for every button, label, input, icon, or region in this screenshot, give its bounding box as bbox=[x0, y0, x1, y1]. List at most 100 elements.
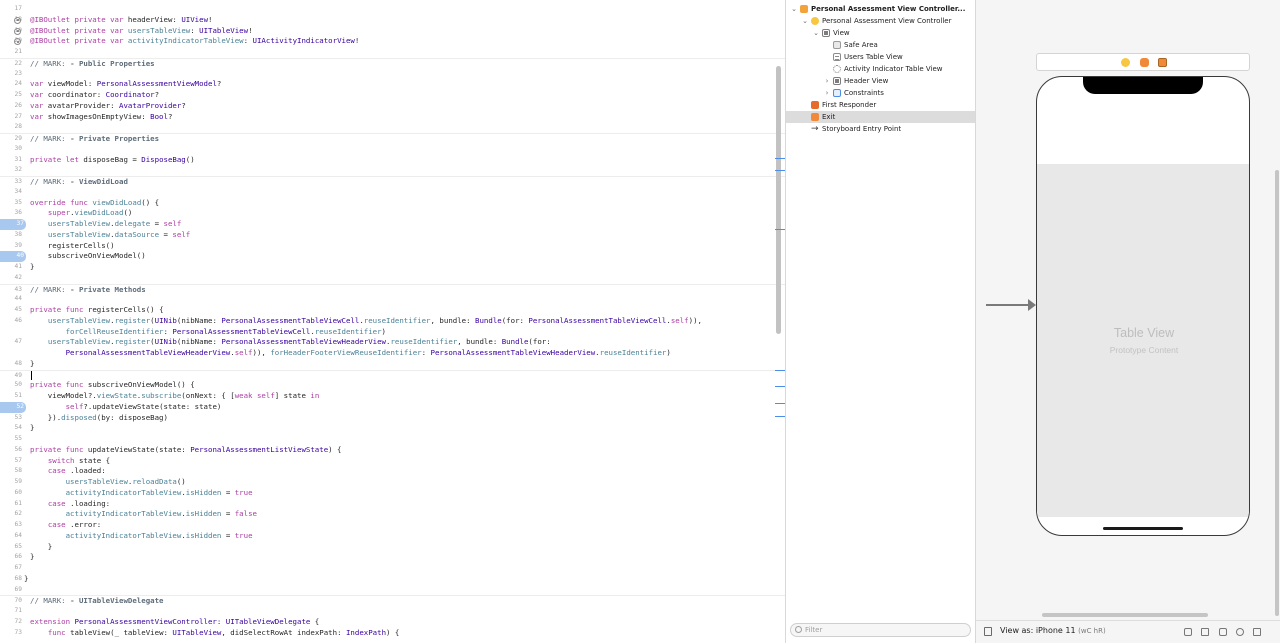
add-constraints-icon[interactable] bbox=[1219, 628, 1227, 636]
code-line[interactable]: 29// MARK: - Private Properties bbox=[0, 133, 785, 144]
code-line[interactable]: 46 usersTableView.register(UINib(nibName… bbox=[0, 316, 785, 327]
code-line[interactable]: 55 bbox=[0, 434, 785, 445]
code-line[interactable]: 38 usersTableView.dataSource = self bbox=[0, 230, 785, 241]
line-number[interactable]: 59 bbox=[0, 477, 24, 488]
outline-item-header-view[interactable]: › Header View bbox=[786, 75, 975, 87]
editor-scroll-thumb[interactable] bbox=[776, 66, 781, 334]
line-number[interactable]: 62 bbox=[0, 509, 24, 520]
chevron-right-icon[interactable]: › bbox=[823, 87, 831, 99]
line-number[interactable]: 41 bbox=[0, 262, 24, 273]
line-number[interactable]: 47 bbox=[0, 337, 24, 348]
line-number[interactable]: 46 bbox=[0, 316, 24, 327]
line-number[interactable]: 24 bbox=[0, 79, 24, 90]
breakpoint-marker[interactable]: 40 bbox=[0, 251, 26, 262]
code-line[interactable]: 52 self?.updateViewState(state: state) bbox=[0, 401, 785, 413]
breakpoint-marker[interactable]: 37 bbox=[0, 219, 26, 230]
chevron-right-icon[interactable]: › bbox=[823, 75, 831, 87]
line-number[interactable]: 32 bbox=[0, 165, 24, 176]
line-number[interactable]: 55 bbox=[0, 434, 24, 445]
code-line[interactable]: 48} bbox=[0, 359, 785, 370]
embed-in-icon[interactable] bbox=[1253, 628, 1261, 636]
canvas-vertical-scrollbar[interactable] bbox=[1275, 170, 1279, 616]
outline-item-personal-assessment-view-controller[interactable]: ⌄ Personal Assessment View Controller... bbox=[786, 3, 975, 15]
code-line[interactable]: 30 bbox=[0, 144, 785, 155]
code-line[interactable]: 63 case .error: bbox=[0, 520, 785, 531]
outline-item-storyboard-entry-point[interactable]: → Storyboard Entry Point bbox=[786, 123, 975, 135]
line-number[interactable]: 69 bbox=[0, 585, 24, 596]
outline-item-safe-area[interactable]: Safe Area bbox=[786, 39, 975, 51]
align-icon[interactable] bbox=[1201, 628, 1209, 636]
line-number[interactable]: 36 bbox=[0, 208, 24, 219]
code-line[interactable]: 23 bbox=[0, 69, 785, 80]
line-number[interactable]: 31 bbox=[0, 155, 24, 166]
line-number[interactable]: 72 bbox=[0, 617, 24, 628]
code-line[interactable]: 19 @IBOutlet private var usersTableView: … bbox=[0, 26, 785, 37]
code-line[interactable]: 49 bbox=[0, 369, 785, 381]
code-lines[interactable]: 17 18 @IBOutlet private var headerView: UI… bbox=[0, 4, 785, 639]
code-line[interactable]: 33// MARK: - ViewDidLoad bbox=[0, 176, 785, 187]
code-line[interactable]: 43// MARK: - Private Methods bbox=[0, 283, 785, 295]
chevron-down-icon[interactable]: ⌄ bbox=[790, 3, 798, 15]
code-line[interactable]: 72 extension PersonalAssessmentViewContro… bbox=[0, 617, 785, 628]
line-number[interactable]: 48 bbox=[0, 359, 24, 370]
code-line[interactable]: 36 super.viewDidLoad() bbox=[0, 208, 785, 219]
line-number[interactable]: 44 bbox=[0, 294, 24, 305]
line-number[interactable]: 63 bbox=[0, 520, 24, 531]
line-number[interactable]: 28 bbox=[0, 122, 24, 133]
code-line[interactable]: 27 var showImagesOnEmptyView: Bool? bbox=[0, 112, 785, 123]
line-number[interactable]: 65 bbox=[0, 542, 24, 553]
code-line[interactable]: 24 var viewModel: PersonalAssessmentViewM… bbox=[0, 79, 785, 90]
line-number[interactable]: 71 bbox=[0, 606, 24, 617]
outline-item-first-responder[interactable]: First Responder bbox=[786, 99, 975, 111]
code-line[interactable]: 28 bbox=[0, 122, 785, 133]
outline-item-exit[interactable]: Exit bbox=[786, 111, 975, 123]
code-line[interactable]: 39 registerCells() bbox=[0, 241, 785, 252]
line-number[interactable]: 57 bbox=[0, 456, 24, 467]
code-line[interactable]: 66} bbox=[0, 552, 785, 563]
line-number[interactable]: 30 bbox=[0, 144, 24, 155]
code-line[interactable]: 61 case .loading: bbox=[0, 499, 785, 510]
line-number[interactable]: 35 bbox=[0, 198, 24, 209]
line-number[interactable]: 61 bbox=[0, 499, 24, 510]
code-line[interactable]: 21 bbox=[0, 47, 785, 58]
line-number[interactable]: 58 bbox=[0, 466, 24, 477]
code-line[interactable]: 42 bbox=[0, 273, 785, 284]
code-line[interactable]: 65 } bbox=[0, 542, 785, 553]
code-line[interactable]: 68} bbox=[0, 574, 785, 585]
code-line[interactable]: 37 usersTableView.delegate = self bbox=[0, 219, 785, 230]
code-line[interactable]: 45 private func registerCells() { bbox=[0, 305, 785, 316]
code-line[interactable]: 47 usersTableView.register(UINib(nibName… bbox=[0, 337, 785, 348]
outline-item-constraints[interactable]: › Constraints bbox=[786, 87, 975, 99]
line-number[interactable]: 17 bbox=[0, 4, 24, 15]
code-line[interactable]: 22// MARK: - Public Properties bbox=[0, 57, 785, 69]
line-number[interactable]: 23 bbox=[0, 69, 24, 80]
view-controller-icon[interactable] bbox=[1121, 58, 1130, 67]
code-line[interactable]: 34 bbox=[0, 187, 785, 198]
code-line[interactable]: 62 activityIndicatorTableView.isHidden =… bbox=[0, 509, 785, 520]
exit-icon[interactable] bbox=[1158, 58, 1167, 67]
line-number[interactable]: 73 bbox=[0, 628, 24, 639]
line-number[interactable]: 53 bbox=[0, 413, 24, 424]
line-number[interactable] bbox=[0, 348, 24, 359]
code-line[interactable]: 26 var avatarProvider: AvatarProvider? bbox=[0, 101, 785, 112]
code-line[interactable]: 67 bbox=[0, 563, 785, 574]
line-number[interactable] bbox=[0, 327, 24, 338]
code-line[interactable]: 70// MARK: - UITableViewDelegate bbox=[0, 595, 785, 606]
code-line[interactable]: 71 bbox=[0, 606, 785, 617]
outline-item-personal-assessment-view-controller[interactable]: ⌄ Personal Assessment View Controller bbox=[786, 15, 975, 27]
breakpoint-marker[interactable]: 52 bbox=[0, 401, 26, 413]
code-line[interactable]: 18 @IBOutlet private var headerView: UIVi… bbox=[0, 15, 785, 26]
device-config-icon[interactable] bbox=[984, 627, 992, 636]
line-number[interactable]: 60 bbox=[0, 488, 24, 499]
users-table-view[interactable]: Table View Prototype Content bbox=[1037, 164, 1249, 517]
code-line[interactable]: 56 private func updateViewState(state: Pe… bbox=[0, 445, 785, 456]
line-number[interactable]: 64 bbox=[0, 531, 24, 542]
code-line[interactable]: 54} bbox=[0, 423, 785, 434]
first-responder-icon[interactable] bbox=[1140, 58, 1149, 67]
line-number[interactable]: 21 bbox=[0, 47, 24, 58]
line-number[interactable]: 25 bbox=[0, 90, 24, 101]
code-line[interactable]: 25 var coordinator: Coordinator? bbox=[0, 90, 785, 101]
outline-item-users-table-view[interactable]: Users Table View bbox=[786, 51, 975, 63]
code-line[interactable]: 57 switch state { bbox=[0, 456, 785, 467]
chevron-down-icon[interactable]: ⌄ bbox=[801, 15, 809, 27]
